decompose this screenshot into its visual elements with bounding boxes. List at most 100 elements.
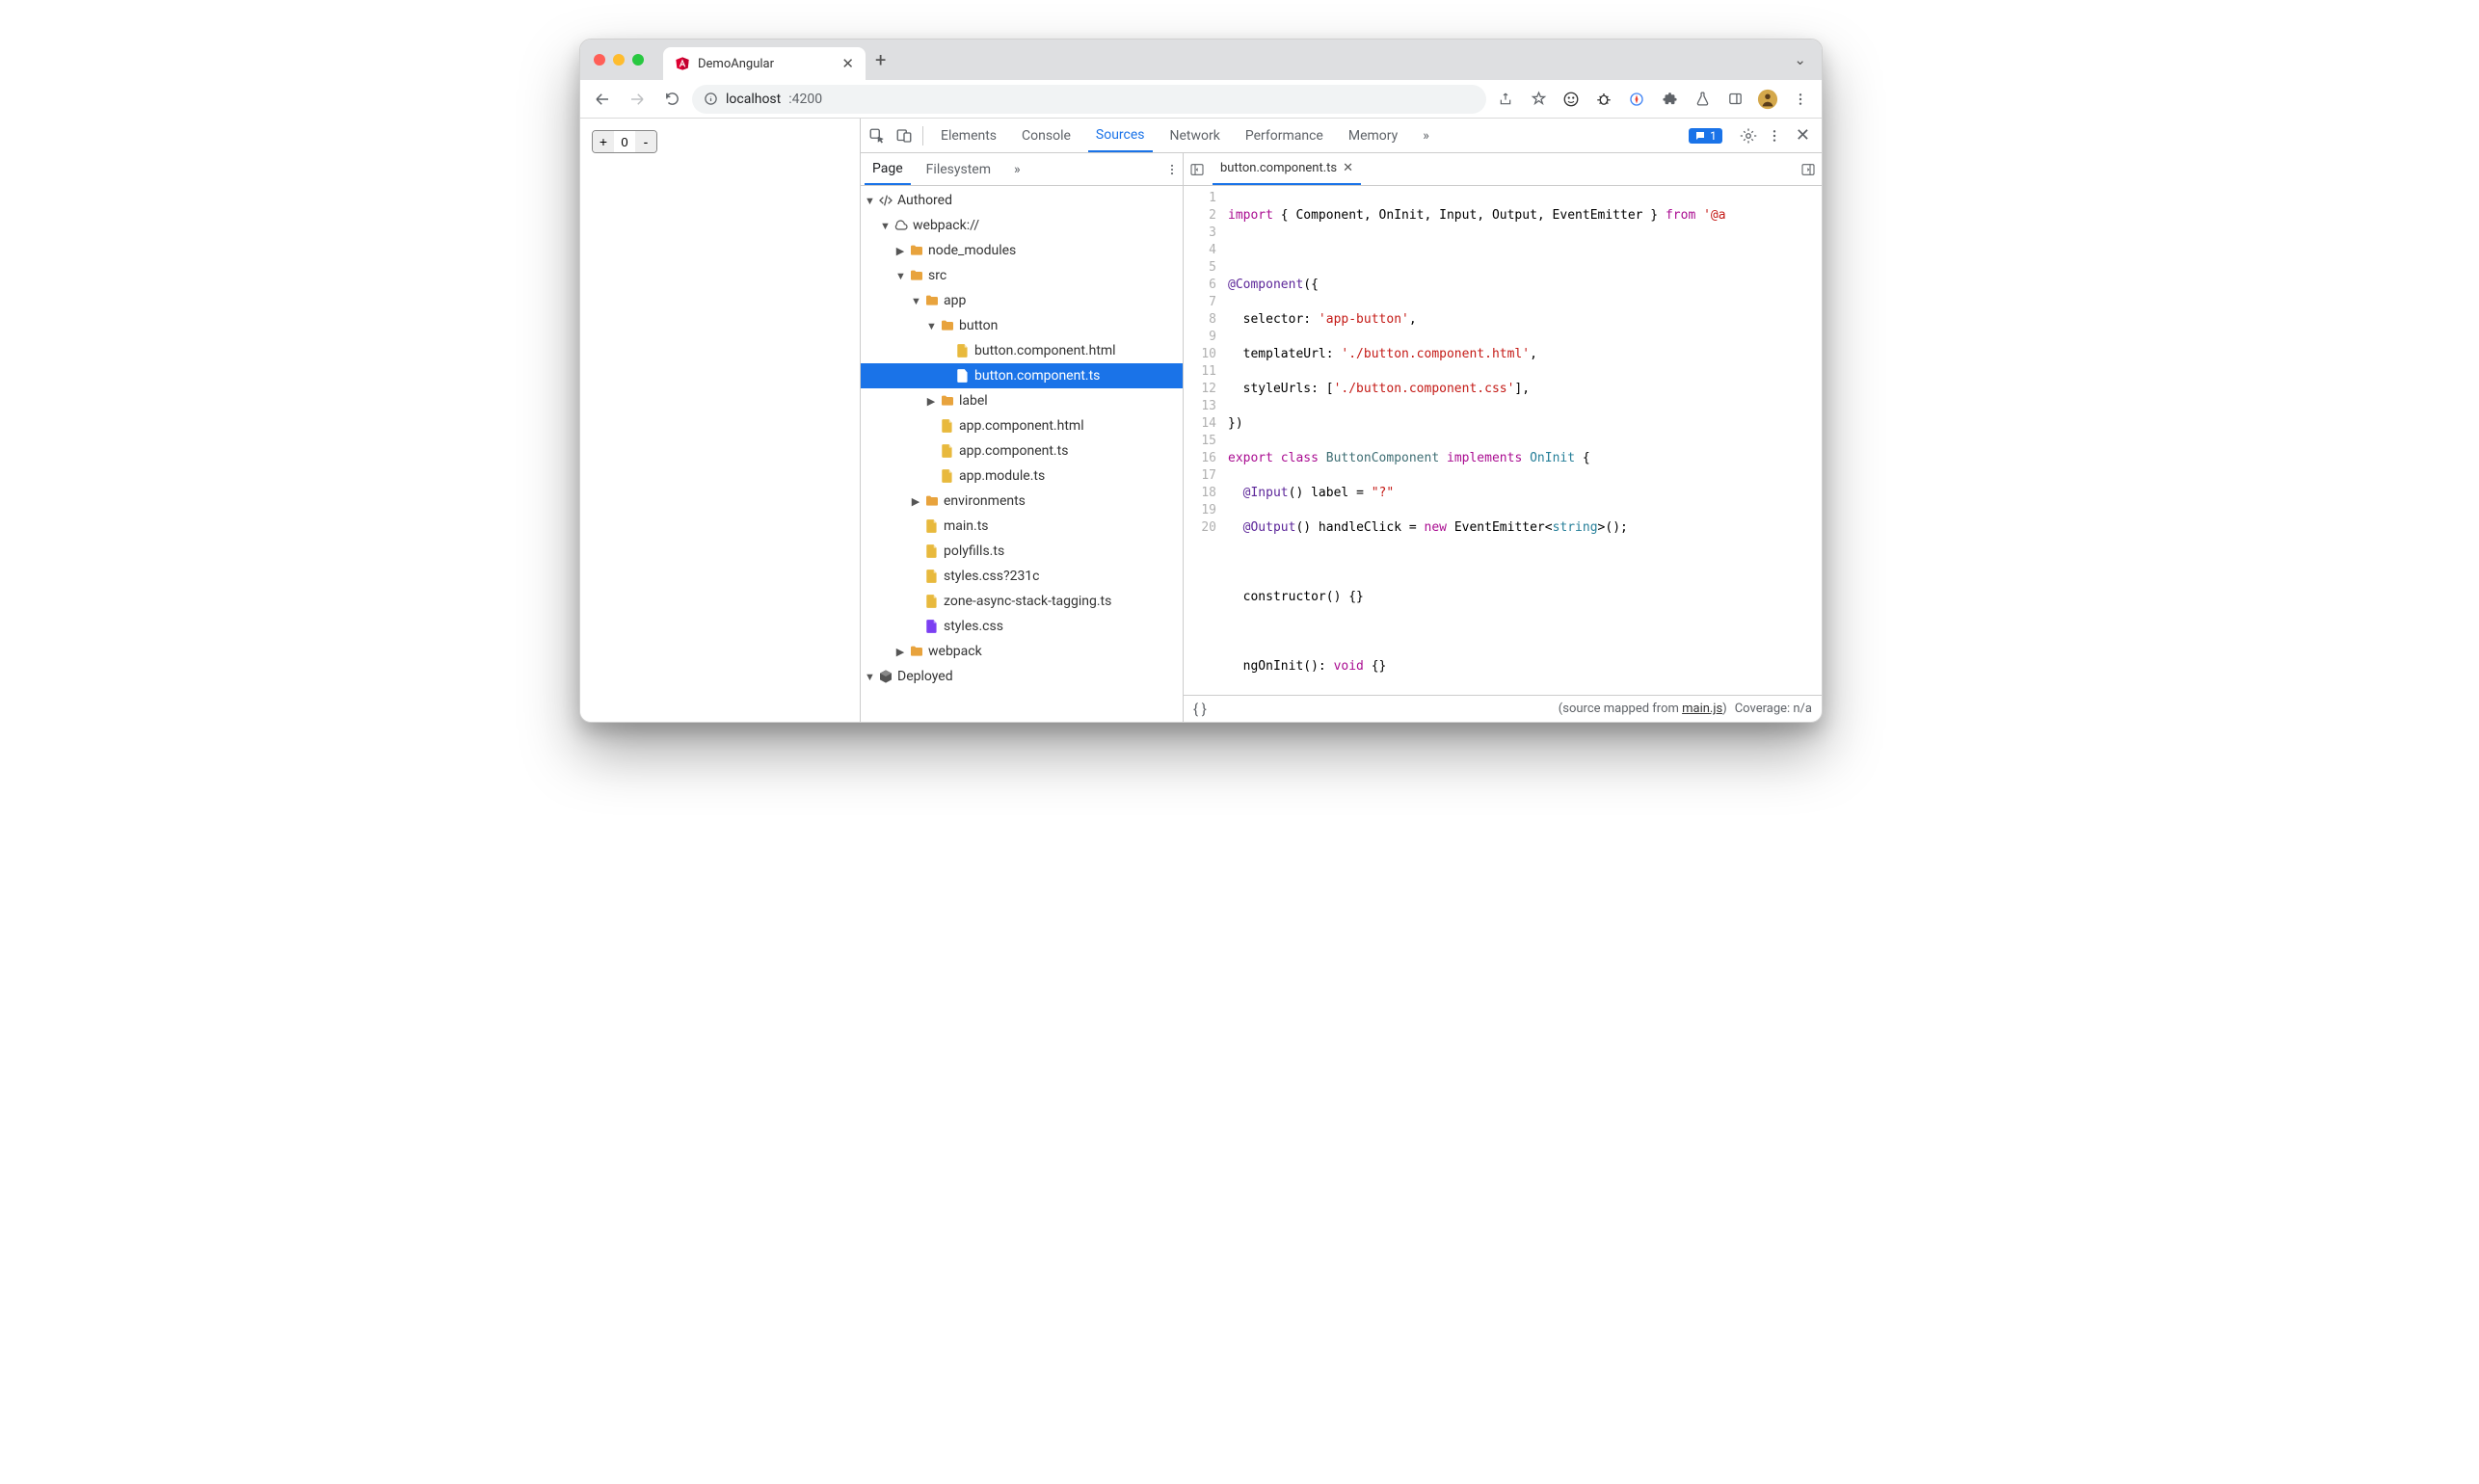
tree-polyfills[interactable]: polyfills.ts (861, 539, 1183, 564)
tree-authored[interactable]: ▼ Authored (861, 188, 1183, 213)
editor-tabs: button.component.ts ✕ (1184, 153, 1822, 186)
tab-close-icon[interactable]: ✕ (841, 55, 854, 72)
browser-menu-icon[interactable] (1787, 86, 1814, 113)
new-tab-button[interactable]: + (875, 48, 886, 71)
folder-icon (940, 318, 955, 333)
tree-button-html[interactable]: button.component.html (861, 338, 1183, 363)
folder-icon (924, 293, 940, 308)
devtools-close-icon[interactable]: ✕ (1792, 125, 1814, 146)
tree-deployed[interactable]: ▼ Deployed (861, 664, 1183, 689)
counter-value-input[interactable] (614, 131, 635, 152)
devtools-tab-console[interactable]: Console (1014, 119, 1079, 152)
file-purple-icon (924, 619, 940, 634)
share-icon[interactable] (1492, 86, 1519, 113)
extension-flask-icon[interactable] (1689, 86, 1716, 113)
cloud-icon (893, 218, 909, 233)
toggle-debugger-icon[interactable] (1800, 162, 1816, 177)
traffic-lights (594, 54, 644, 66)
info-icon (704, 92, 718, 106)
sidebar-tabs-overflow[interactable]: » (1006, 153, 1028, 185)
profile-avatar[interactable] (1754, 86, 1781, 113)
folder-icon (924, 493, 940, 509)
file-icon (955, 343, 971, 358)
window-maximize-button[interactable] (632, 54, 644, 66)
counter-stepper: + - (592, 130, 657, 153)
tree-styles[interactable]: styles.css (861, 614, 1183, 639)
file-icon (940, 468, 955, 484)
file-icon (924, 594, 940, 609)
tree-zone[interactable]: zone-async-stack-tagging.ts (861, 589, 1183, 614)
tree-styles-q[interactable]: styles.css?231c (861, 564, 1183, 589)
file-icon (924, 543, 940, 559)
folder-icon (940, 393, 955, 409)
file-icon (940, 418, 955, 434)
forward-button[interactable] (623, 85, 652, 114)
bookmark-star-icon[interactable] (1525, 86, 1552, 113)
file-icon (924, 518, 940, 534)
devtools-tab-elements[interactable]: Elements (933, 119, 1004, 152)
sidebar-menu-icon[interactable] (1165, 163, 1179, 176)
devtools-settings-icon[interactable] (1740, 127, 1757, 145)
inspect-element-icon[interactable] (868, 127, 886, 145)
file-icon (924, 569, 940, 584)
coverage-label: Coverage: n/a (1735, 702, 1812, 716)
counter-increment-button[interactable]: + (593, 131, 614, 152)
tabs-overflow-icon[interactable]: ⌄ (1794, 51, 1806, 68)
devtools-tab-sources[interactable]: Sources (1088, 119, 1153, 152)
tree-webpack-root[interactable]: ▼ webpack:// (861, 213, 1183, 238)
side-panel-icon[interactable] (1721, 86, 1748, 113)
issues-badge[interactable]: 1 (1689, 128, 1722, 144)
code-content: import { Component, OnInit, Input, Outpu… (1222, 186, 1822, 695)
devtools-tabs-overflow[interactable]: » (1415, 119, 1437, 152)
file-tree: ▼ Authored ▼ webpack:// ▶ node_mo (861, 186, 1183, 722)
file-icon (940, 443, 955, 459)
page-content: + - (580, 119, 860, 722)
editor-tab-active[interactable]: button.component.ts ✕ (1213, 153, 1361, 185)
extension-compass-icon[interactable] (1623, 86, 1650, 113)
omnibox[interactable]: localhost:4200 (692, 85, 1486, 114)
devtools-tab-memory[interactable]: Memory (1341, 119, 1405, 152)
angular-favicon (675, 56, 690, 71)
tree-webpack-folder[interactable]: ▶ webpack (861, 639, 1183, 664)
tree-main-ts[interactable]: main.ts (861, 514, 1183, 539)
folder-icon (909, 243, 924, 258)
tab-title: DemoAngular (698, 57, 774, 71)
devtools-tab-network[interactable]: Network (1162, 119, 1228, 152)
extension-face-icon[interactable] (1558, 86, 1585, 113)
reload-button[interactable] (657, 85, 686, 114)
window-minimize-button[interactable] (613, 54, 625, 66)
window-close-button[interactable] (594, 54, 605, 66)
code-icon (878, 193, 893, 208)
titlebar: DemoAngular ✕ + ⌄ (580, 40, 1822, 80)
sources-sidebar: Page Filesystem » ▼ Authored ▼ (861, 153, 1184, 722)
code-editor[interactable]: 1234567891011121314151617181920 import {… (1184, 186, 1822, 695)
tree-environments[interactable]: ▶ environments (861, 489, 1183, 514)
devtools-top-bar: Elements Console Sources Network Perform… (861, 119, 1822, 153)
counter-decrement-button[interactable]: - (635, 131, 656, 152)
url-host: localhost (726, 92, 781, 107)
device-toolbar-icon[interactable] (895, 127, 913, 145)
tree-app-module[interactable]: app.module.ts (861, 464, 1183, 489)
tree-button-ts[interactable]: button.component.ts (861, 363, 1183, 388)
toggle-navigator-icon[interactable] (1189, 162, 1205, 177)
tree-src[interactable]: ▼ src (861, 263, 1183, 288)
extension-bug-icon[interactable] (1590, 86, 1617, 113)
devtools-menu-icon[interactable] (1767, 128, 1782, 144)
tree-app[interactable]: ▼ app (861, 288, 1183, 313)
sources-sidebar-tabs: Page Filesystem » (861, 153, 1183, 186)
tree-app-ts[interactable]: app.component.ts (861, 438, 1183, 464)
back-button[interactable] (588, 85, 617, 114)
editor-tab-close-icon[interactable]: ✕ (1343, 161, 1353, 175)
tree-app-html[interactable]: app.component.html (861, 413, 1183, 438)
sidebar-tab-filesystem[interactable]: Filesystem (919, 153, 999, 185)
tree-node-modules[interactable]: ▶ node_modules (861, 238, 1183, 263)
source-map-link[interactable]: main.js (1682, 702, 1722, 716)
tree-button-folder[interactable]: ▼ button (861, 313, 1183, 338)
tree-label-folder[interactable]: ▶ label (861, 388, 1183, 413)
sidebar-tab-page[interactable]: Page (865, 153, 911, 185)
extensions-puzzle-icon[interactable] (1656, 86, 1683, 113)
devtools-tab-performance[interactable]: Performance (1238, 119, 1331, 152)
source-mapped-label: (source mapped from main.js) (1559, 702, 1727, 716)
browser-tab[interactable]: DemoAngular ✕ (663, 47, 866, 80)
pretty-print-icon[interactable]: { } (1193, 701, 1207, 718)
